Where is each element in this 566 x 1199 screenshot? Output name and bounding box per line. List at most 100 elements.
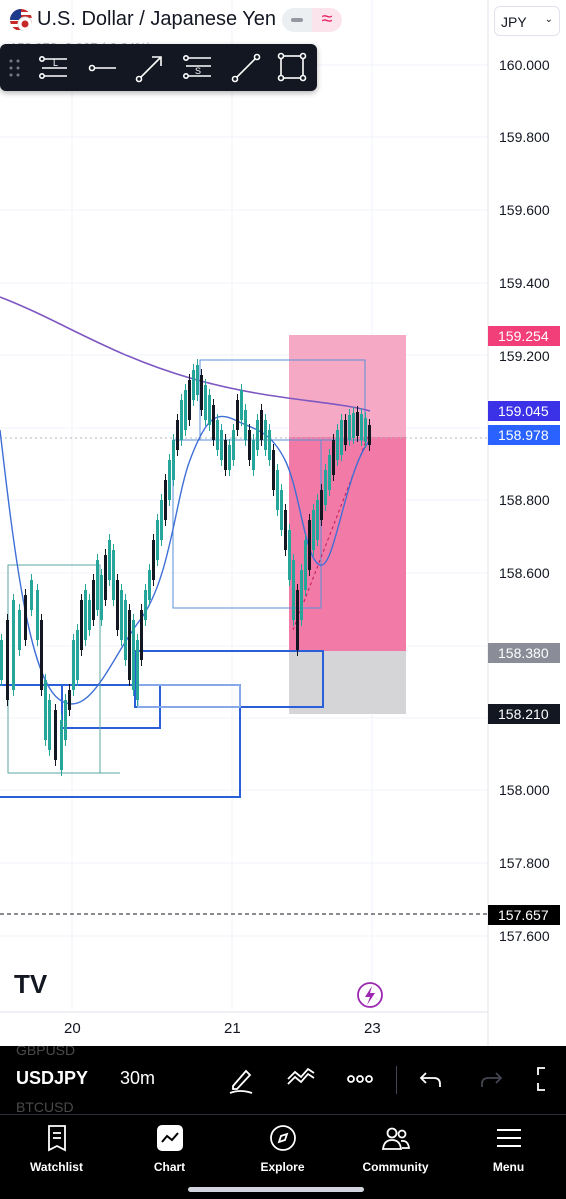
candle-body [360, 414, 363, 440]
interval-selector[interactable]: 30m [120, 1068, 155, 1089]
candle-body [348, 415, 351, 440]
rectangle-tool[interactable] [272, 44, 312, 91]
candle-body [344, 420, 347, 445]
target-zone [289, 335, 406, 437]
candle-body [212, 405, 215, 440]
candle-body [284, 510, 287, 550]
candle-body [172, 440, 175, 480]
candle-body [72, 640, 75, 690]
candle-body [252, 440, 255, 470]
candle-body [296, 590, 299, 650]
candle-body [120, 590, 123, 640]
candle-body [292, 560, 295, 620]
chart-bottom-toolbar: GBPUSD USDJPY BTCUSD 30m [0, 1046, 566, 1114]
community-icon [381, 1127, 411, 1150]
candle-body [88, 600, 91, 630]
symbol-selector[interactable]: USDJPY [16, 1068, 88, 1089]
candle-body [200, 375, 203, 410]
nav-chart[interactable]: Chart [113, 1115, 226, 1187]
candle-body [80, 600, 83, 650]
pill-toggle-button[interactable] [282, 8, 312, 32]
candle-body [92, 580, 95, 620]
drawing-toolbar: L S [0, 44, 317, 91]
candle-body [340, 420, 343, 455]
nav-label: Chart [153, 1160, 186, 1174]
nav-label: Menu [492, 1160, 525, 1174]
home-indicator [188, 1187, 364, 1192]
price-chart[interactable]: TV [0, 0, 566, 1046]
date-tick: 21 [224, 1020, 241, 1037]
price-tick: 159.600 [499, 202, 550, 218]
candle-body [180, 400, 183, 440]
nav-community[interactable]: Community [339, 1115, 452, 1187]
fib-s-icon: S [183, 55, 211, 79]
stop-price-label: 158.210 [488, 704, 560, 724]
ma-price-label: 159.045 [488, 401, 560, 421]
horizontal-ray-tool[interactable] [82, 44, 122, 91]
undo-icon[interactable] [414, 1062, 448, 1096]
candle-body [272, 450, 275, 490]
candle-body [276, 470, 279, 510]
wave-icon[interactable]: ≈ [312, 8, 342, 32]
candle-body [304, 540, 307, 590]
candle-body [60, 720, 63, 770]
more-options-icon[interactable] [343, 1062, 377, 1096]
candle-body [188, 380, 191, 420]
candle-body [18, 610, 21, 650]
candle-body [132, 620, 135, 690]
candle-body [268, 430, 271, 460]
candle-body [128, 610, 131, 680]
candle-body [192, 370, 195, 400]
price-tick: 159.400 [499, 275, 550, 291]
order-block-box [0, 684, 241, 798]
candle-body [336, 430, 339, 460]
menu-icon [497, 1129, 521, 1147]
symbol-scroll-prev[interactable]: GBPUSD [16, 1046, 75, 1058]
trend-line-tool[interactable] [226, 44, 266, 91]
symbol-scroll-next[interactable]: BTCUSD [16, 1099, 74, 1114]
long-label-tool[interactable]: L [34, 44, 74, 91]
candle-body [328, 455, 331, 490]
candle-body [12, 600, 15, 690]
candle-body [196, 365, 199, 395]
symbol-title[interactable]: U.S. Dollar / Japanese Yen [37, 8, 276, 31]
stop-zone [289, 651, 406, 714]
candle-body [76, 630, 79, 680]
candle-body [40, 620, 43, 690]
rectangle-icon [277, 52, 307, 82]
nav-label: Community [362, 1160, 429, 1174]
nav-watchlist[interactable]: Watchlist [0, 1115, 113, 1187]
candle-body [0, 640, 3, 680]
candle-body [156, 520, 159, 560]
candle-body [356, 412, 359, 436]
candle-body [320, 490, 323, 520]
entry-price-label: 158.380 [488, 643, 560, 663]
svg-text:L: L [53, 58, 58, 68]
currency-select[interactable]: JPY ⌄ [494, 6, 560, 36]
nav-menu[interactable]: Menu [452, 1115, 565, 1187]
nav-explore[interactable]: Explore [226, 1115, 339, 1187]
candle-body [260, 410, 263, 440]
candle-body [256, 420, 259, 450]
candle-body [30, 580, 33, 610]
candle-body [6, 620, 9, 700]
us-jp-flag-icon [10, 9, 32, 31]
redo-icon[interactable] [474, 1062, 508, 1096]
candle-body [104, 555, 107, 600]
nav-label: Explore [260, 1160, 305, 1174]
tradingview-logo: TV [14, 969, 48, 999]
candle-body [232, 430, 235, 460]
arrow-icon [135, 56, 162, 83]
trend-arrow-tool[interactable] [130, 44, 170, 91]
drag-handle-icon[interactable] [8, 58, 22, 78]
indicators-icon[interactable] [284, 1062, 318, 1096]
fib-s-tool[interactable]: S [178, 44, 218, 91]
candle-body [36, 590, 39, 640]
candle-body [64, 700, 67, 740]
fullscreen-icon[interactable] [532, 1062, 566, 1096]
price-tick: 158.600 [499, 565, 550, 581]
candle-body [264, 420, 267, 450]
candle-body [48, 700, 51, 750]
pen-draw-icon[interactable] [224, 1062, 258, 1096]
price-tick: 158.000 [499, 782, 550, 798]
